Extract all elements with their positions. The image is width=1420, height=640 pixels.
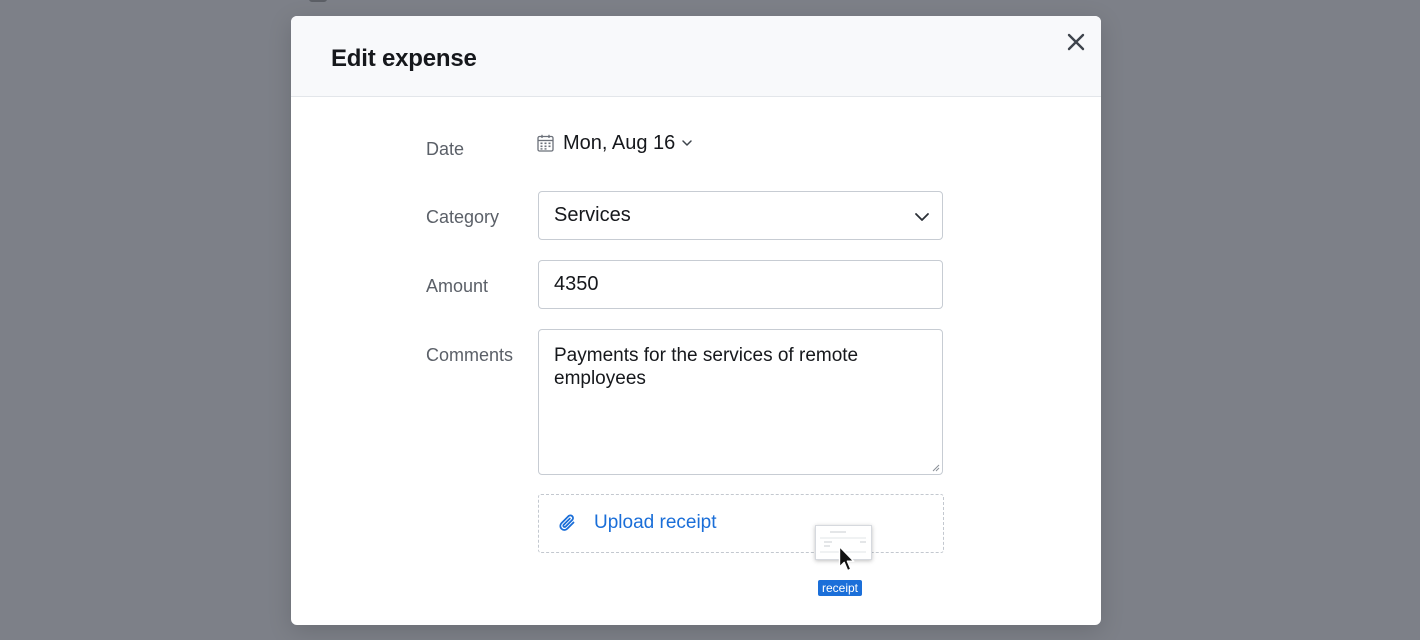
comments-textarea[interactable]: Payments for the services of remote empl… [538,329,943,475]
receipt-dropzone[interactable]: Upload receipt [538,494,944,553]
resize-handle-icon[interactable] [930,462,940,472]
paperclip-icon [559,514,575,531]
drag-file-label: receipt [818,580,863,596]
calendar-icon [537,134,554,152]
edit-expense-dialog: Edit expense Date Mon, Aug 16 Category S… [291,16,1101,625]
category-select[interactable]: Services [538,191,943,240]
upload-receipt-button[interactable]: Upload receipt [558,512,717,534]
comments-label: Comments [426,345,514,365]
mouse-pointer-icon [838,545,855,572]
date-label: Date [426,139,465,159]
dialog-title: Edit expense [331,45,477,72]
category-value: Services [554,204,631,226]
dialog-header: Edit expense [291,16,1101,97]
category-label: Category [426,207,500,227]
amount-input[interactable]: 4350 [538,260,943,309]
upload-receipt-label: Upload receipt [594,512,717,533]
close-icon [1067,33,1085,51]
date-value: Mon, Aug 16 [563,131,676,154]
background-icon [309,0,327,2]
chevron-down-icon [682,140,693,146]
comments-value: Payments for the services of remote empl… [554,345,859,389]
close-button[interactable] [1064,30,1088,54]
date-picker[interactable]: Mon, Aug 16 [537,130,693,156]
amount-value: 4350 [554,273,599,295]
chevron-down-icon [915,213,929,221]
amount-label: Amount [426,276,489,296]
